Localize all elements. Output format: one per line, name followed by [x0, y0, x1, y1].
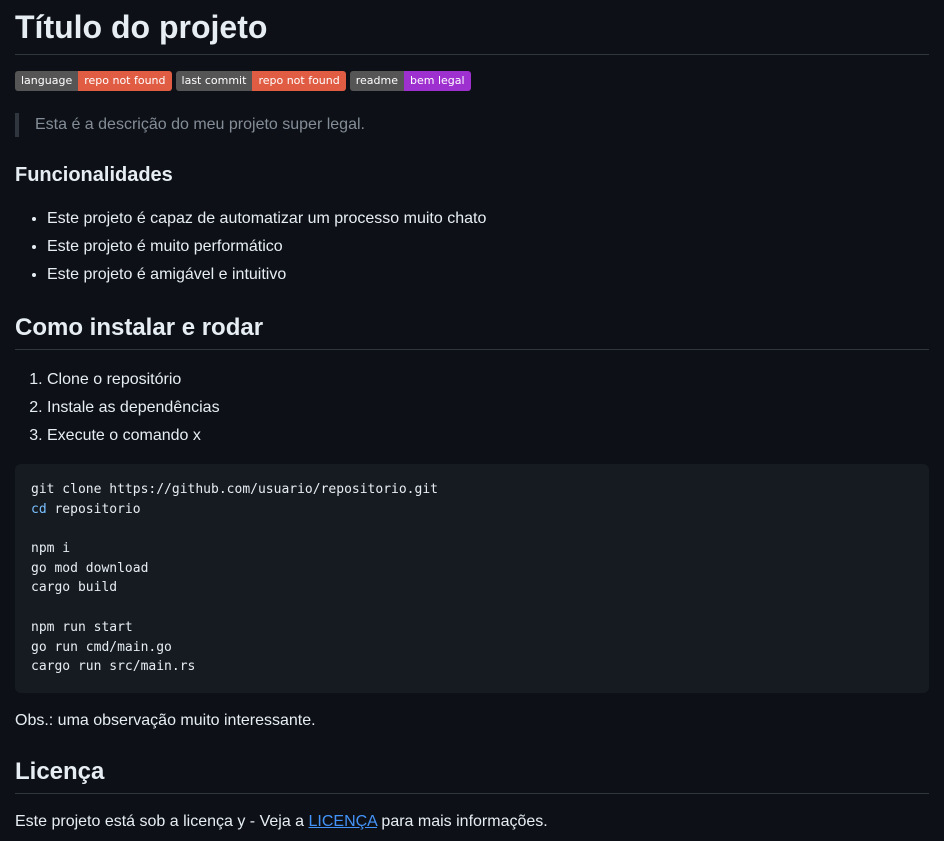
install-steps: Clone o repositório Instale as dependênc…	[15, 366, 929, 450]
badge-language[interactable]: language repo not found	[15, 71, 172, 91]
code-line: npm run start	[31, 619, 133, 635]
code-line: go run cmd/main.go	[31, 639, 172, 655]
code-keyword: cd	[31, 501, 47, 517]
badge-label: last commit	[175, 71, 253, 91]
code-line: cargo build	[31, 580, 118, 596]
list-item: Instale as dependências	[47, 394, 929, 422]
list-item: Execute o comando x	[47, 422, 929, 450]
description-quote: Esta é a descrição do meu projeto super …	[15, 113, 929, 137]
install-note: Obs.: uma observação muito interessante.	[15, 711, 316, 729]
badge-last-commit[interactable]: last commit repo not found	[175, 71, 346, 91]
license-text-after: para mais informações.	[376, 812, 548, 830]
features-heading: Funcionalidades	[15, 164, 173, 186]
install-heading: Como instalar e rodar	[15, 311, 929, 350]
code-line: npm i	[31, 541, 71, 557]
badge-row: language repo not found last commit repo…	[15, 71, 929, 91]
badge-value: bem legal	[404, 71, 471, 91]
list-item: Este projeto é amigável e intuitivo	[47, 261, 929, 289]
license-link[interactable]: LICENÇA	[309, 813, 377, 830]
badge-value: repo not found	[78, 71, 172, 91]
code-line: cd repositorio	[31, 500, 913, 520]
badge-value: repo not found	[252, 71, 346, 91]
license-text-before: Este projeto está sob a licença y - Veja…	[15, 812, 309, 830]
readme-page: Título do projeto language repo not foun…	[0, 0, 944, 841]
license-text: Este projeto está sob a licença y - Veja…	[15, 810, 929, 834]
license-heading: Licença	[15, 755, 929, 794]
code-text: repositorio	[46, 501, 141, 517]
list-item: Este projeto é capaz de automatizar um p…	[47, 205, 929, 233]
code-line: git clone https://github.com/usuario/rep…	[31, 482, 438, 497]
badge-label: readme	[349, 71, 404, 91]
features-list: Este projeto é capaz de automatizar um p…	[15, 205, 929, 289]
page-title: Título do projeto	[15, 0, 929, 55]
badge-readme[interactable]: readme bem legal	[349, 71, 471, 91]
list-item: Clone o repositório	[47, 366, 929, 394]
code-line: go mod download	[31, 560, 149, 576]
code-block[interactable]: git clone https://github.com/usuario/rep…	[15, 464, 929, 693]
badge-label: language	[15, 71, 79, 91]
list-item: Este projeto é muito performático	[47, 233, 929, 261]
code-line: cargo run src/main.rs	[31, 659, 196, 675]
